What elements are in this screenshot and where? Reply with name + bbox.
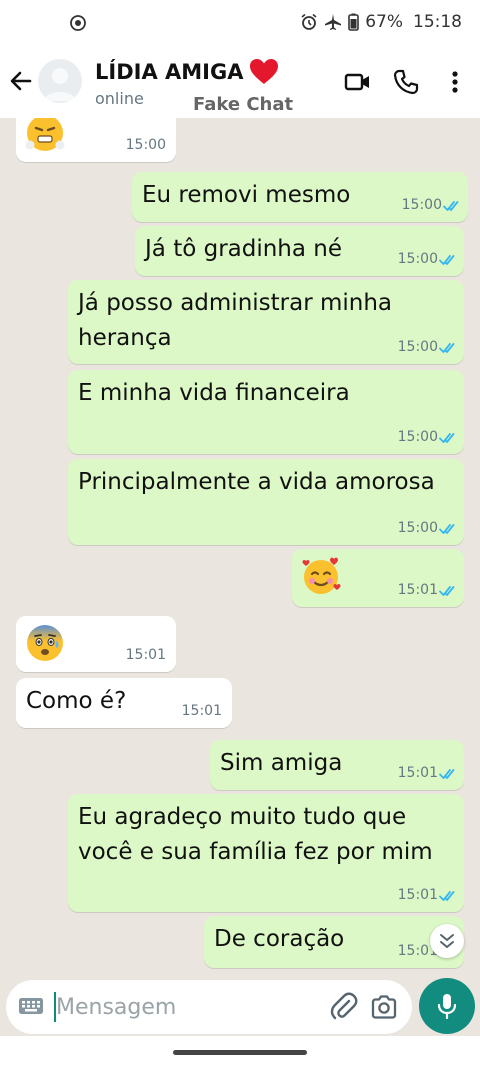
message-time: 15:01: [397, 582, 438, 598]
message-time: 15:00: [397, 429, 438, 445]
paperclip-icon[interactable]: [330, 992, 358, 1022]
message-list[interactable]: 15:00 Eu removi mesmo 15:00 Já tô gradin…: [0, 118, 480, 980]
message-bubble-incoming[interactable]: 15:00: [16, 118, 176, 162]
message-bubble-outgoing[interactable]: Eu removi mesmo 15:00: [132, 172, 468, 222]
keyboard-icon[interactable]: [18, 995, 44, 1017]
message-time: 15:00: [397, 251, 438, 267]
double-check-icon: [439, 586, 455, 596]
scroll-down-button[interactable]: [430, 924, 464, 958]
message-time: 15:01: [181, 703, 222, 719]
watermark-label: Fake Chat: [193, 94, 294, 115]
battery-percent: 67%: [365, 12, 403, 32]
double-check-icon: [443, 201, 459, 211]
double-check-icon: [439, 769, 455, 779]
red-heart-icon: [250, 59, 279, 84]
message-bubble-outgoing[interactable]: Principalmente a vida amorosa 15:00: [68, 459, 464, 545]
phone-icon[interactable]: [392, 68, 420, 96]
message-text: Principalmente a vida amorosa: [78, 469, 435, 495]
system-nav-bar: [0, 1036, 480, 1066]
double-check-icon: [439, 891, 455, 901]
message-input[interactable]: [56, 990, 326, 1024]
alarm-icon: [301, 13, 317, 30]
gesture-handle[interactable]: [173, 1050, 307, 1055]
double-check-icon: [439, 255, 455, 265]
avatar[interactable]: [38, 59, 82, 103]
chat-header: LÍDIA AMIGA online Fake Chat: [0, 46, 480, 118]
microphone-icon: [437, 994, 457, 1020]
airplane-icon: [325, 14, 342, 30]
location-icon: [70, 15, 86, 31]
contact-name-text: LÍDIA AMIGA: [95, 59, 244, 84]
face-with-steam-emoji: [25, 118, 65, 151]
arrow-left-icon[interactable]: [8, 68, 34, 94]
message-bubble-outgoing[interactable]: E minha vida financeira 15:00: [68, 370, 464, 454]
message-bubble-outgoing[interactable]: Já tô gradinha né 15:00: [135, 226, 464, 276]
message-time: 15:01: [397, 765, 438, 781]
clock: 15:18: [413, 12, 462, 32]
message-time: 15:00: [401, 197, 442, 213]
default-avatar-icon: [44, 68, 76, 101]
message-time: 15:00: [397, 339, 438, 355]
double-check-icon: [439, 524, 455, 534]
message-bubble-outgoing[interactable]: De coração 15:01: [204, 916, 464, 968]
message-input-container[interactable]: [6, 980, 412, 1034]
message-bubble-outgoing[interactable]: Eu agradeço muito tudo que você e sua fa…: [68, 794, 464, 912]
contact-name[interactable]: LÍDIA AMIGA: [95, 58, 279, 85]
message-bubble-outgoing[interactable]: Já posso administrar minha herança 15:00: [68, 280, 464, 364]
double-check-icon: [439, 343, 455, 353]
double-chevron-down-icon: [440, 934, 454, 948]
message-bubble-outgoing[interactable]: 15:01: [292, 549, 464, 607]
anxious-face-emoji: [27, 625, 63, 661]
double-check-icon: [439, 433, 455, 443]
battery-icon: [348, 13, 360, 31]
message-time: 15:00: [125, 137, 166, 153]
video-camera-icon[interactable]: [344, 68, 372, 96]
composer: [0, 978, 480, 1036]
message-text: Eu agradeço muito tudo que você e sua fa…: [78, 804, 433, 865]
contact-status: online: [95, 89, 144, 108]
camera-icon[interactable]: [370, 993, 398, 1021]
message-bubble-incoming[interactable]: 15:01: [16, 616, 176, 672]
smiling-face-with-hearts-emoji: [302, 557, 341, 594]
message-time: 15:01: [125, 647, 166, 663]
message-time: 15:01: [397, 887, 438, 903]
message-time: 15:00: [397, 520, 438, 536]
message-bubble-incoming[interactable]: Como é? 15:01: [16, 678, 232, 728]
message-text: Já posso administrar minha herança: [78, 290, 393, 351]
status-bar: 67% 15:18: [0, 0, 480, 46]
voice-record-button[interactable]: [419, 978, 475, 1034]
message-bubble-outgoing[interactable]: Sim amiga 15:01: [210, 740, 464, 790]
message-text: E minha vida financeira: [78, 380, 350, 406]
more-vert-icon[interactable]: [441, 68, 469, 96]
